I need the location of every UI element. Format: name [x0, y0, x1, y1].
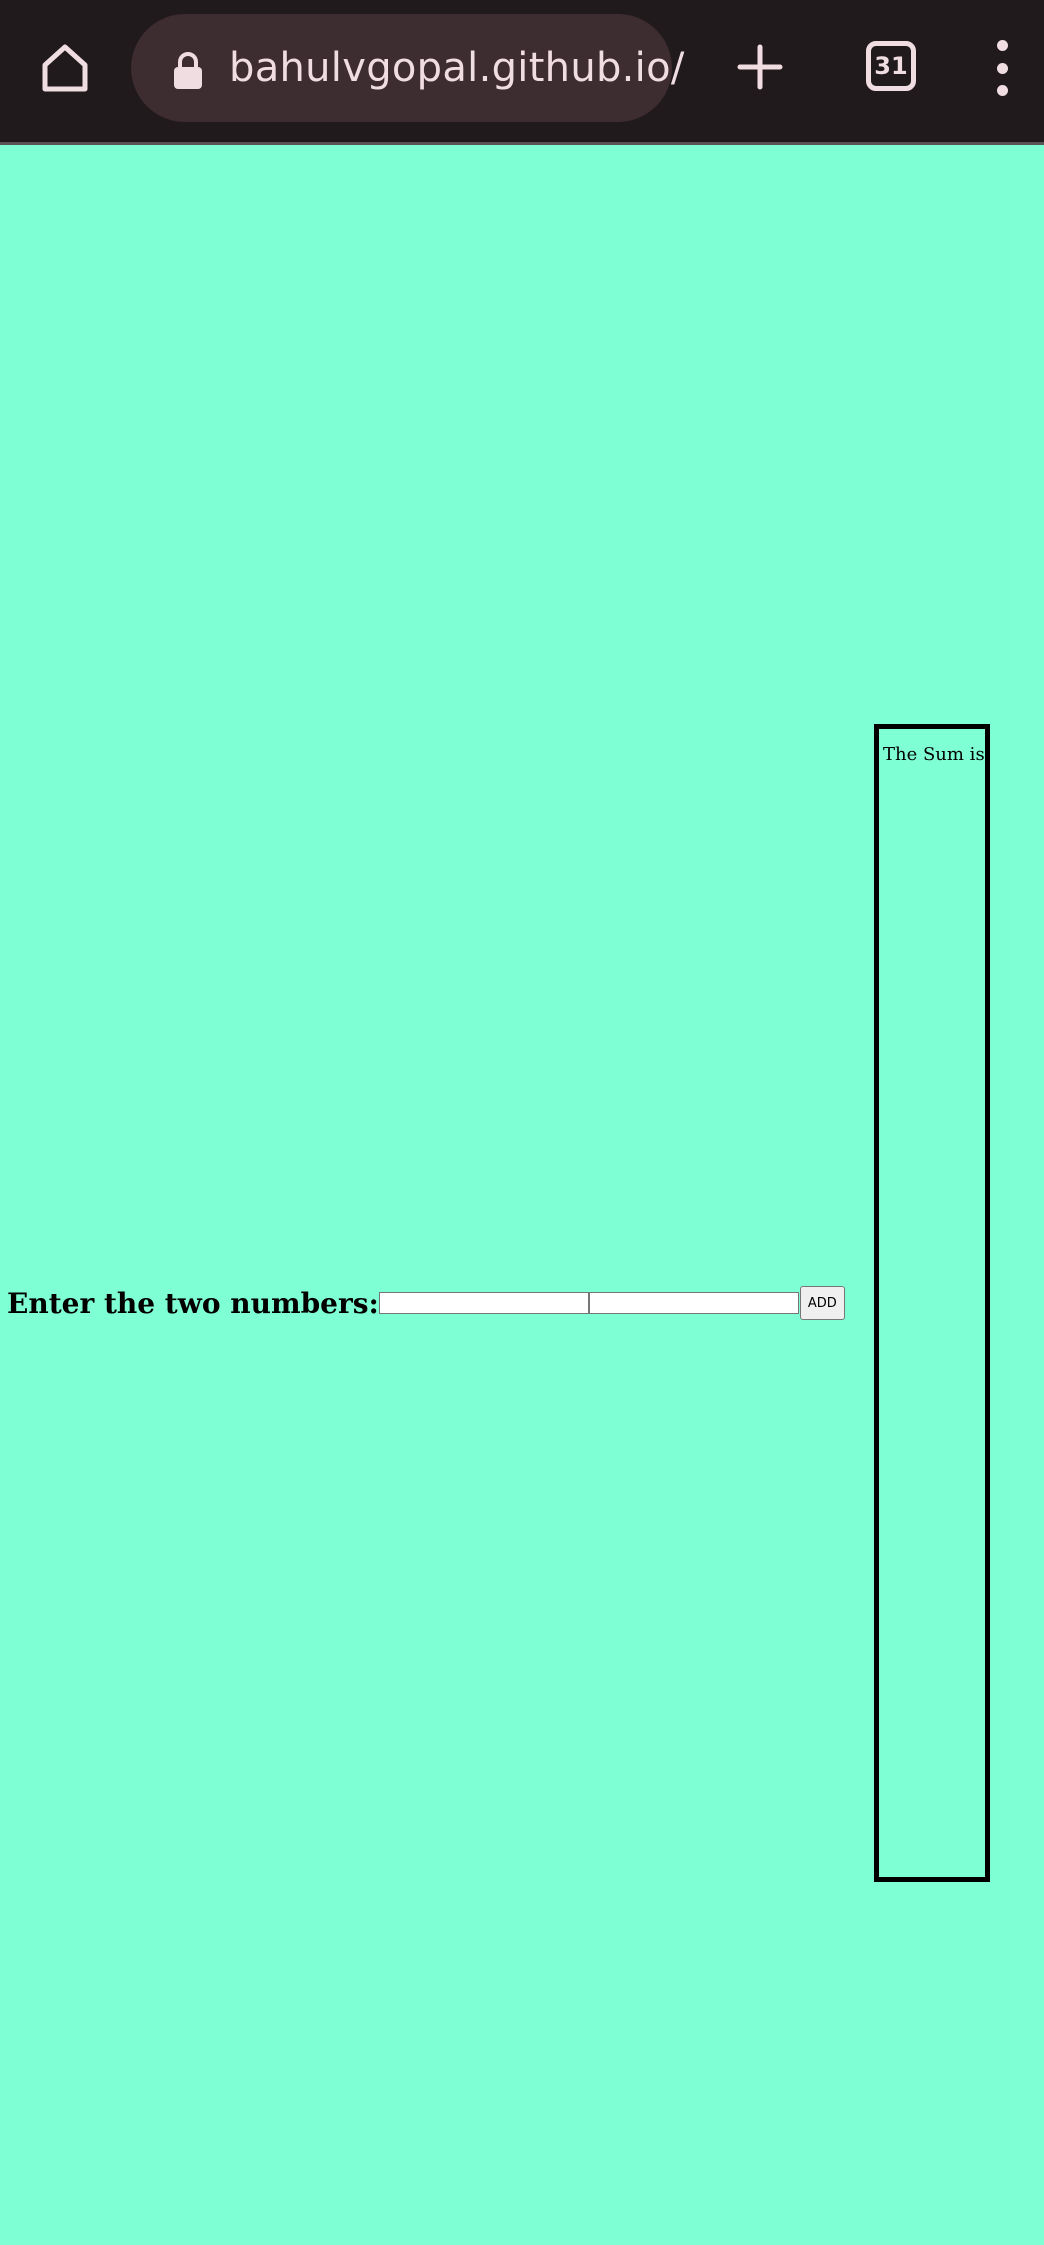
home-button[interactable] [30, 32, 100, 102]
lock-icon [174, 52, 202, 89]
browser-toolbar: bahulvgopal.github.io/ 31 [0, 0, 1044, 145]
first-number-input[interactable] [378, 1292, 589, 1314]
address-bar[interactable]: bahulvgopal.github.io/ [131, 14, 684, 122]
plus-icon [737, 44, 783, 90]
sum-label: The Sum is: [883, 744, 991, 765]
sum-result-box: The Sum is: [874, 724, 991, 1882]
tab-count: 31 [874, 52, 908, 80]
tab-switcher-button[interactable]: 31 [866, 41, 916, 91]
home-icon [42, 44, 88, 92]
more-vert-icon[interactable] [980, 40, 1024, 96]
second-number-input[interactable] [588, 1292, 799, 1314]
number-form: Enter the two numbers: ADD [7, 1283, 845, 1323]
add-button[interactable]: ADD [799, 1286, 845, 1320]
new-tab-button[interactable] [730, 32, 790, 102]
form-label: Enter the two numbers: [7, 1286, 379, 1320]
url-text: bahulvgopal.github.io/ [229, 45, 685, 91]
